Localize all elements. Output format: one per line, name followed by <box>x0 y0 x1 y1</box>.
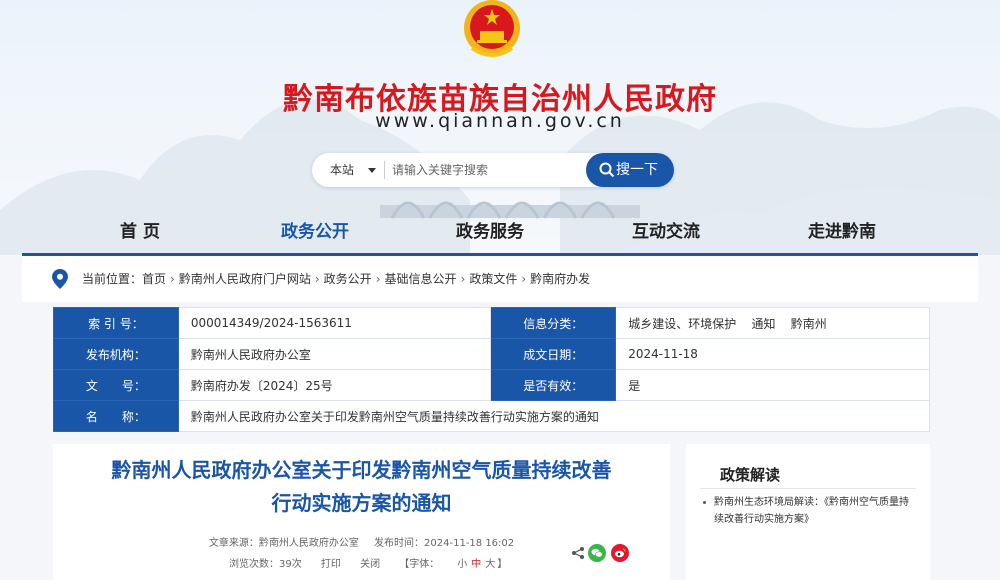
breadcrumb-link[interactable]: 黔南州人民政府门户网站 <box>179 272 311 286</box>
index-value: 000014349/2024-1563611 <box>177 307 492 339</box>
breadcrumb-separator: › <box>460 272 466 286</box>
policy-interpretation-link[interactable]: 黔南州生态环境局解读：《黔南州空气质量持续改善行动实施方案》 <box>714 494 914 528</box>
table-row: 索 引 号： 000014349/2024-1563611 信息分类： 城乡建设… <box>53 307 930 339</box>
breadcrumb: 当前位置：首页 › 黔南州人民政府门户网站 › 政务公开 › 基础信息公开 › 政策文件 › 黔南府… <box>22 256 978 302</box>
panel-title: 政策解读 <box>720 466 781 484</box>
doc-number-value: 黔南府办发〔2024〕25号 <box>177 369 492 401</box>
article-panel: 黔南州人民政府办公室关于印发黔南州空气质量持续改善 行动实施方案的通知 文章来源… <box>53 444 670 580</box>
category-label: 信息分类： <box>490 307 617 339</box>
policy-interpretation-panel: 政策解读 黔南州生态环境局解读：《黔南州空气质量持续改善行动实施方案》 <box>686 444 930 580</box>
breadcrumb-separator: › <box>314 272 320 286</box>
national-emblem-icon <box>464 0 520 57</box>
font-small-button[interactable]: 小 <box>457 559 467 570</box>
location-pin-icon <box>52 269 68 289</box>
category-value: 城乡建设、环境保护 通知 黔南州 <box>615 307 930 339</box>
validity-label: 是否有效： <box>490 369 617 401</box>
print-button[interactable]: 打印 <box>321 559 341 570</box>
search-input[interactable] <box>392 158 582 182</box>
breadcrumb-link[interactable]: 政务公开 <box>324 272 372 286</box>
article-publish-time: 发布时间：2024-11-18 16:02 <box>374 538 515 549</box>
breadcrumb-prefix: 当前位置： <box>82 272 143 286</box>
breadcrumb-link[interactable]: 基础信息公开 <box>385 272 457 286</box>
font-medium-button[interactable]: 中 <box>471 559 481 570</box>
index-label: 索 引 号： <box>53 307 179 339</box>
breadcrumb-separator: › <box>375 272 381 286</box>
issuer-label: 发布机构： <box>53 338 179 370</box>
article-tools: 浏览次数：39次 打印 关闭 【字体： 小中大】 <box>229 555 523 570</box>
divider <box>384 161 385 179</box>
search-button[interactable]: 搜一下 <box>586 153 674 187</box>
nav-about-qiannan[interactable]: 走进黔南 <box>782 214 902 250</box>
article-title: 黔南州人民政府办公室关于印发黔南州空气质量持续改善 行动实施方案的通知 <box>73 454 650 520</box>
table-row: 文 号： 黔南府办发〔2024〕25号 是否有效： 是 <box>53 369 930 401</box>
breadcrumb-link[interactable]: 黔南府办发 <box>530 272 590 286</box>
issuer-value: 黔南州人民政府办公室 <box>177 338 492 370</box>
site-header: 黔南布依族苗族自治州人民政府 www.qiannan.gov.cn 本站 搜一下… <box>0 0 1000 255</box>
site-url: www.qiannan.gov.cn <box>375 110 625 132</box>
breadcrumb-link[interactable]: 首页 <box>142 272 166 286</box>
close-button[interactable]: 关闭 <box>360 559 380 570</box>
validity-value: 是 <box>615 369 930 401</box>
breadcrumb-separator: › <box>521 272 527 286</box>
view-count: 浏览次数：39次 <box>229 559 302 570</box>
font-size-prefix: 【字体： <box>399 559 440 570</box>
search-button-label: 搜一下 <box>616 162 658 178</box>
name-value: 黔南州人民政府办公室关于印发黔南州空气质量持续改善行动实施方案的通知 <box>177 400 931 432</box>
search-scope-select[interactable]: 本站 <box>330 153 354 187</box>
bullet-icon <box>703 501 706 504</box>
article-title-line: 黔南州人民政府办公室关于印发黔南州空气质量持续改善 <box>111 458 612 482</box>
share-icon[interactable] <box>571 546 585 560</box>
nav-interaction[interactable]: 互动交流 <box>606 214 726 250</box>
document-info-table: 索 引 号： 000014349/2024-1563611 信息分类： 城乡建设… <box>53 307 931 432</box>
doc-number-label: 文 号： <box>53 369 179 401</box>
table-row: 发布机构： 黔南州人民政府办公室 成文日期： 2024-11-18 <box>53 338 930 370</box>
date-label: 成文日期： <box>490 338 617 370</box>
search-icon <box>599 162 615 178</box>
nav-home[interactable]: 首 页 <box>80 214 200 250</box>
date-value: 2024-11-18 <box>615 338 930 370</box>
article-title-line: 行动实施方案的通知 <box>271 491 452 515</box>
weibo-icon[interactable] <box>611 544 629 562</box>
font-large-button[interactable]: 大 <box>485 559 495 570</box>
font-size-suffix: 】 <box>497 559 508 570</box>
nav-government-affairs[interactable]: 政务公开 <box>255 214 375 250</box>
font-size-switcher: 【字体： 小中大】 <box>399 559 523 570</box>
breadcrumb-link[interactable]: 政策文件 <box>469 272 517 286</box>
divider <box>700 488 916 489</box>
breadcrumb-separator: › <box>170 272 175 286</box>
main-nav: 首 页 政务公开 政务服务 互动交流 走进黔南 <box>0 214 1000 250</box>
chevron-down-icon[interactable] <box>368 168 376 173</box>
name-label: 名 称： <box>53 400 179 432</box>
search-bar: 本站 搜一下 <box>312 153 674 187</box>
nav-government-services[interactable]: 政务服务 <box>430 214 550 250</box>
article-source: 文章来源：黔南州人民政府办公室 <box>208 538 359 549</box>
breadcrumb-trail: 当前位置：首页 › 黔南州人民政府门户网站 › 政务公开 › 基础信息公开 › 政策文件 › 黔南府… <box>82 256 590 302</box>
table-row: 名 称： 黔南州人民政府办公室关于印发黔南州空气质量持续改善行动实施方案的通知 <box>53 400 931 432</box>
wechat-icon[interactable] <box>588 544 606 562</box>
